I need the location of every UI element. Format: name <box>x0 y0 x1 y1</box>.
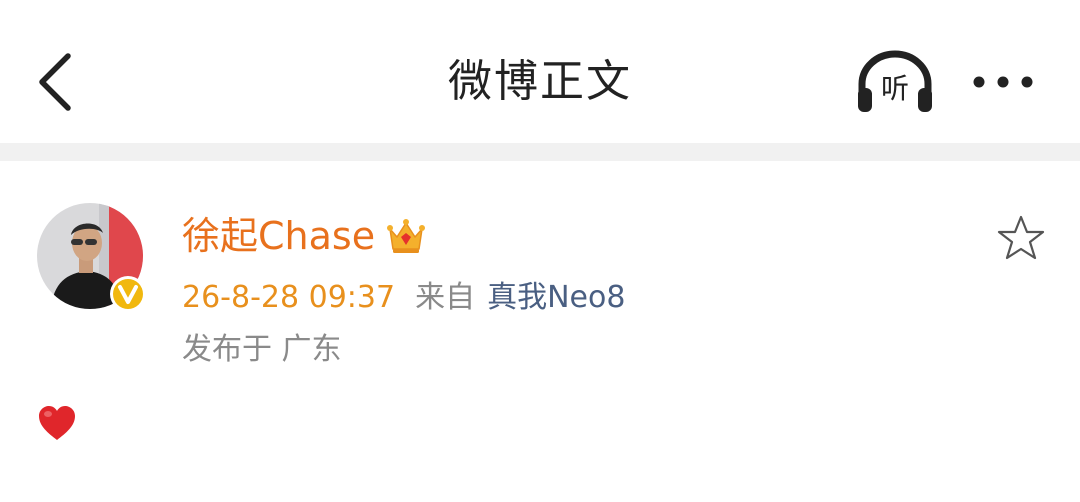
post-location: 发布于 广东 <box>182 332 342 367</box>
verified-badge <box>108 274 148 314</box>
source-prefix: 来自 <box>415 280 476 315</box>
listen-button[interactable]: 听 <box>854 50 936 114</box>
favorite-button[interactable] <box>996 214 1046 262</box>
section-divider <box>0 143 1080 161</box>
source-device-link[interactable]: 真我Neo8 <box>487 280 625 315</box>
red-heart-icon <box>39 406 75 440</box>
listen-label: 听 <box>881 72 909 105</box>
star-icon <box>997 215 1045 260</box>
top-nav-bar: 微博正文 听 <box>0 0 1080 143</box>
post-content <box>36 402 78 444</box>
headphones-icon: 听 <box>858 50 932 112</box>
author-name[interactable]: 徐起Chase <box>182 210 375 262</box>
post-meta: 26-8-28 09:37 来自 真我Neo8 <box>182 276 625 320</box>
more-options-button[interactable] <box>968 62 1038 102</box>
crown-icon <box>387 219 426 253</box>
post-time: 26-8-28 09:37 <box>182 280 396 315</box>
verified-v-icon <box>110 276 146 312</box>
author-row: 徐起Chase <box>182 210 427 262</box>
more-dots-icon <box>973 76 1033 88</box>
